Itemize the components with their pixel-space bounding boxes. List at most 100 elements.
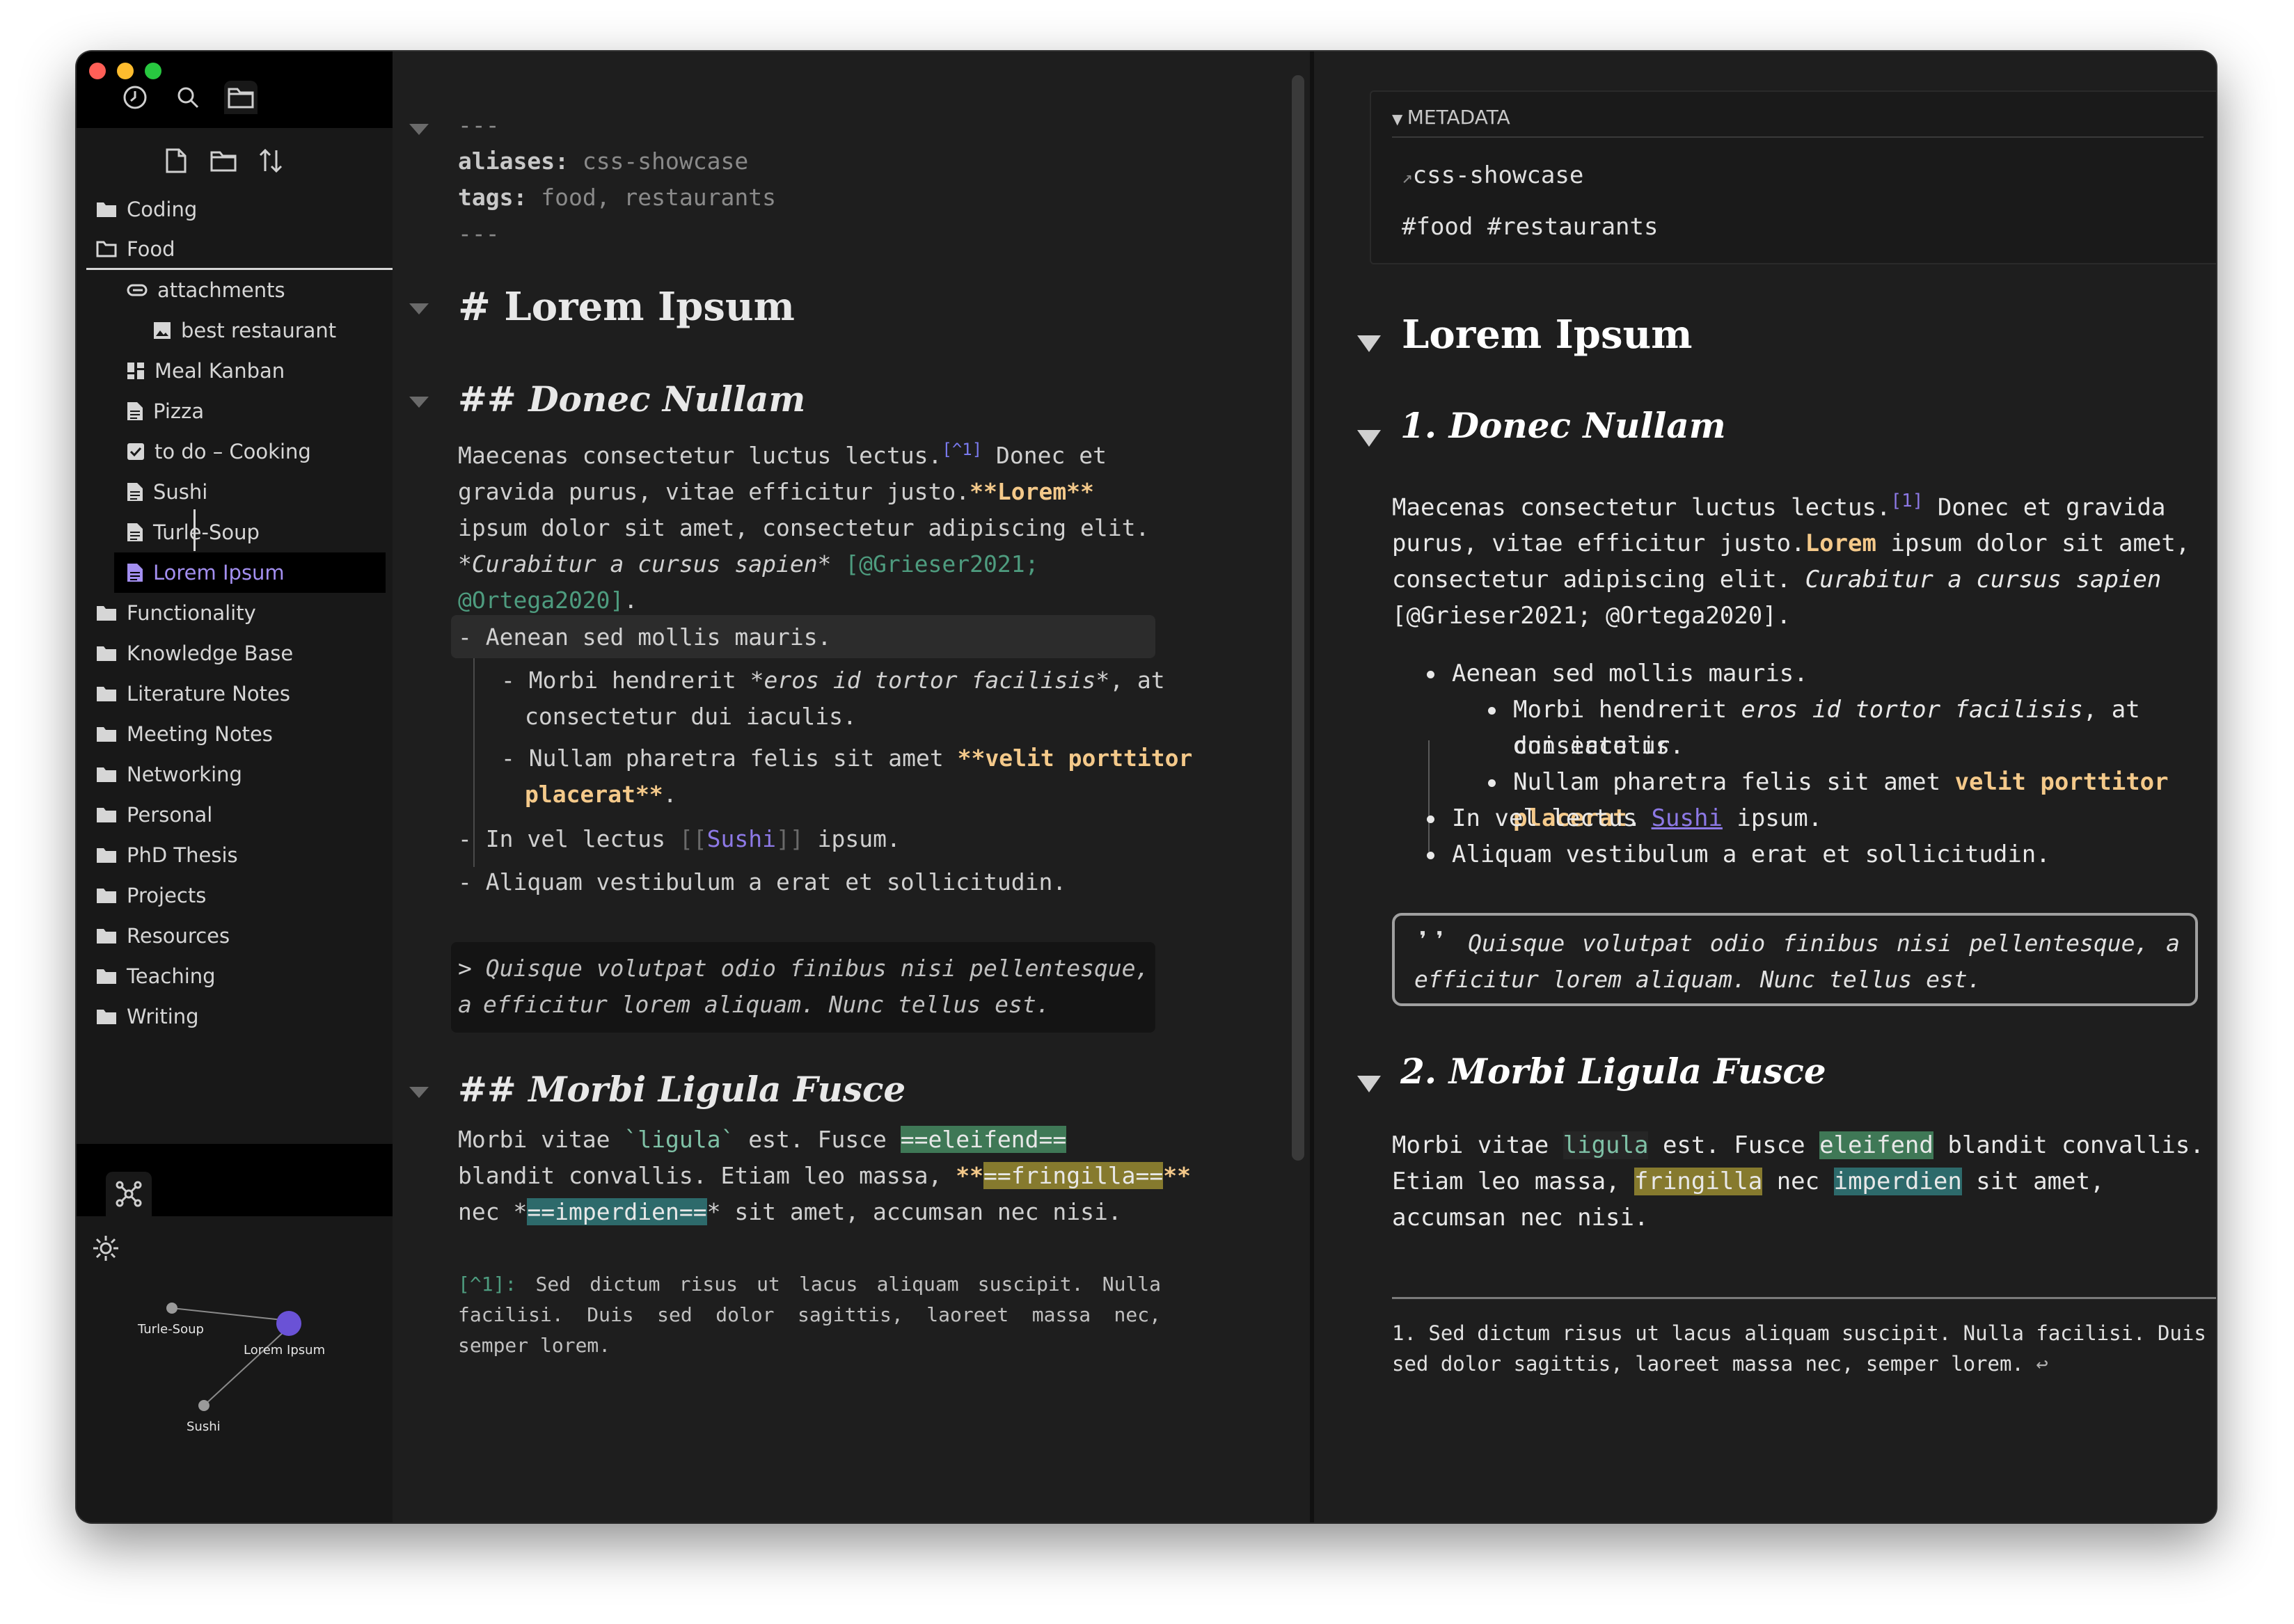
fold-h2-icon[interactable] — [409, 397, 429, 408]
local-graph-tab[interactable] — [106, 1172, 152, 1216]
folder-projects[interactable]: Projects — [86, 875, 393, 916]
tree-item-label: Knowledge Base — [127, 642, 294, 665]
folder-meeting-notes[interactable]: Meeting Notes — [86, 714, 393, 754]
tree-item-label: to do – Cooking — [155, 440, 311, 463]
list-item-source: - In vel lectus [[Sushi]] ipsum. — [458, 825, 901, 852]
graph-node-turle-soup[interactable] — [166, 1303, 177, 1314]
paragraph-2: Morbi vitae ligula est. Fusce eleifend b… — [1392, 1131, 2204, 1232]
collapse-h2-icon[interactable] — [1357, 430, 1381, 447]
file-sushi[interactable]: Sushi — [86, 472, 393, 512]
folder-icon — [97, 767, 116, 782]
graph-node-sushi[interactable] — [198, 1400, 209, 1411]
file-pizza[interactable]: Pizza — [86, 391, 393, 431]
folder-teaching[interactable]: Teaching — [86, 956, 393, 996]
new-folder-icon — [210, 151, 237, 172]
local-graph-view[interactable]: Turle-Soup Lorem Ipsum Sushi — [77, 1269, 393, 1478]
sort-icon — [259, 148, 283, 173]
metadata-alias: ↗css-showcase — [1402, 161, 1584, 189]
file-best-restaurant[interactable]: best restaurant — [86, 310, 393, 351]
internal-link[interactable]: Sushi — [1652, 804, 1723, 832]
tree-item-label: PhD Thesis — [127, 843, 238, 867]
folder-coding[interactable]: Coding — [86, 189, 393, 230]
list-item-source: - Aenean sed mollis mauris. — [458, 623, 832, 651]
tree-item-label: Sushi — [153, 480, 208, 504]
tree-item-label: attachments — [157, 278, 285, 302]
collapse-h1-icon[interactable] — [1357, 335, 1381, 352]
folder-literature-notes[interactable]: Literature Notes — [86, 674, 393, 714]
fold-h2-icon[interactable] — [409, 1087, 429, 1098]
footnote-item: 1. Sed dictum risus ut lacus aliquam sus… — [1392, 1321, 2206, 1376]
folder-attachments[interactable]: attachments — [86, 270, 393, 310]
list-item-continuation: consectetur dui iaculis. — [525, 703, 857, 730]
editor-scrollbar[interactable] — [1292, 75, 1304, 1161]
internal-link[interactable]: Sushi — [707, 825, 776, 852]
folder-functionality[interactable]: Functionality — [86, 593, 393, 633]
graph-panel-header — [77, 1144, 393, 1216]
folder-icon — [97, 646, 116, 661]
folder-knowledge-base[interactable]: Knowledge Base — [86, 633, 393, 674]
sidebar-tab-strip — [118, 81, 258, 114]
footnote-backref-link[interactable]: ↩ — [2036, 1352, 2048, 1376]
paperclip-icon — [127, 284, 148, 296]
clock-icon — [123, 86, 147, 109]
folder-personal[interactable]: Personal — [86, 795, 393, 835]
search-tab[interactable] — [171, 81, 205, 114]
folder-phd-thesis[interactable]: PhD Thesis — [86, 835, 393, 875]
tree-item-label: Resources — [127, 924, 230, 948]
folder-icon — [97, 889, 116, 903]
metadata-panel: ▼ METADATA ↗css-showcase #food #restaura… — [1370, 90, 2216, 264]
file-meal-kanban[interactable]: Meal Kanban — [86, 351, 393, 391]
folder-resources[interactable]: Resources — [86, 916, 393, 956]
new-file-icon — [166, 148, 187, 173]
metadata-divider — [1392, 136, 2204, 138]
gear-icon — [93, 1236, 118, 1261]
zoom-window-button[interactable] — [145, 63, 161, 79]
fold-h1-icon[interactable] — [409, 303, 429, 315]
list-item-source: - Aliquam vestibulum a erat et sollicitu… — [458, 868, 1067, 895]
preview-pane[interactable]: ▼ METADATA ↗css-showcase #food #restaura… — [1314, 51, 2216, 1522]
editor-pane[interactable]: --- aliases: css-showcase tags: food, re… — [393, 51, 1296, 1522]
document-icon — [127, 564, 143, 582]
close-window-button[interactable] — [89, 63, 106, 79]
folder-food[interactable]: Food — [86, 230, 393, 270]
file-explorer-tab[interactable] — [224, 81, 258, 114]
metadata-tags[interactable]: #food #restaurants — [1402, 213, 1658, 241]
tree-item-label: Networking — [127, 763, 242, 786]
new-folder-button[interactable] — [207, 145, 239, 177]
alias-arrow-icon: ↗ — [1402, 167, 1413, 188]
checkbox-icon — [127, 443, 144, 460]
graph-node-label: Sushi — [187, 1419, 221, 1434]
recent-files-tab[interactable] — [118, 81, 152, 114]
tree-item-label: Food — [127, 237, 175, 261]
fold-frontmatter-icon[interactable] — [409, 124, 429, 135]
quote-mark-icon: ❜❜ — [1414, 926, 1469, 958]
sort-button[interactable] — [255, 145, 287, 177]
file-turle-soup[interactable]: Turle-Soup — [86, 512, 393, 552]
list-item-continuation: placerat**. — [525, 781, 677, 808]
metadata-header[interactable]: ▼ METADATA — [1392, 106, 1510, 129]
file-todo-cooking[interactable]: to do – Cooking — [86, 431, 393, 472]
minimize-window-button[interactable] — [117, 63, 134, 79]
settings-button[interactable] — [90, 1233, 121, 1266]
footnote-ref-link[interactable]: [1] — [1890, 491, 1923, 511]
folder-writing[interactable]: Writing — [86, 996, 393, 1037]
paragraph-1-source: Maecenas consectetur luctus lectus.[^1] … — [458, 440, 1150, 614]
collapse-h2-icon[interactable] — [1357, 1076, 1381, 1092]
tree-item-label: Projects — [127, 884, 207, 907]
tree-item-label: Teaching — [127, 964, 216, 988]
blockquote: ❜❜ Quisque volutpat odio finibus nisi pe… — [1392, 913, 2198, 1006]
frontmatter-source: --- aliases: css-showcase tags: food, re… — [458, 111, 776, 247]
file-explorer-sidebar: Coding Food attachments best restaurant … — [77, 128, 393, 1522]
tree-item-label: Turle-Soup — [153, 520, 260, 544]
file-lorem-ipsum[interactable]: Lorem Ipsum — [114, 552, 386, 593]
folder-networking[interactable]: Networking — [86, 754, 393, 795]
tree-item-label: Meeting Notes — [127, 722, 273, 746]
heading-2-source: ## Morbi Ligula Fusce — [458, 1069, 906, 1110]
list-item: In vel lectus Sushi ipsum. — [1426, 800, 1822, 836]
paragraph-1: Maecenas consectetur luctus lectus.[1] D… — [1392, 491, 2190, 630]
graph-node-lorem-ipsum[interactable] — [276, 1311, 301, 1336]
new-note-button[interactable] — [160, 145, 192, 177]
list-indent-guide — [1428, 740, 1430, 852]
search-icon — [177, 87, 199, 109]
folder-icon — [228, 88, 254, 109]
